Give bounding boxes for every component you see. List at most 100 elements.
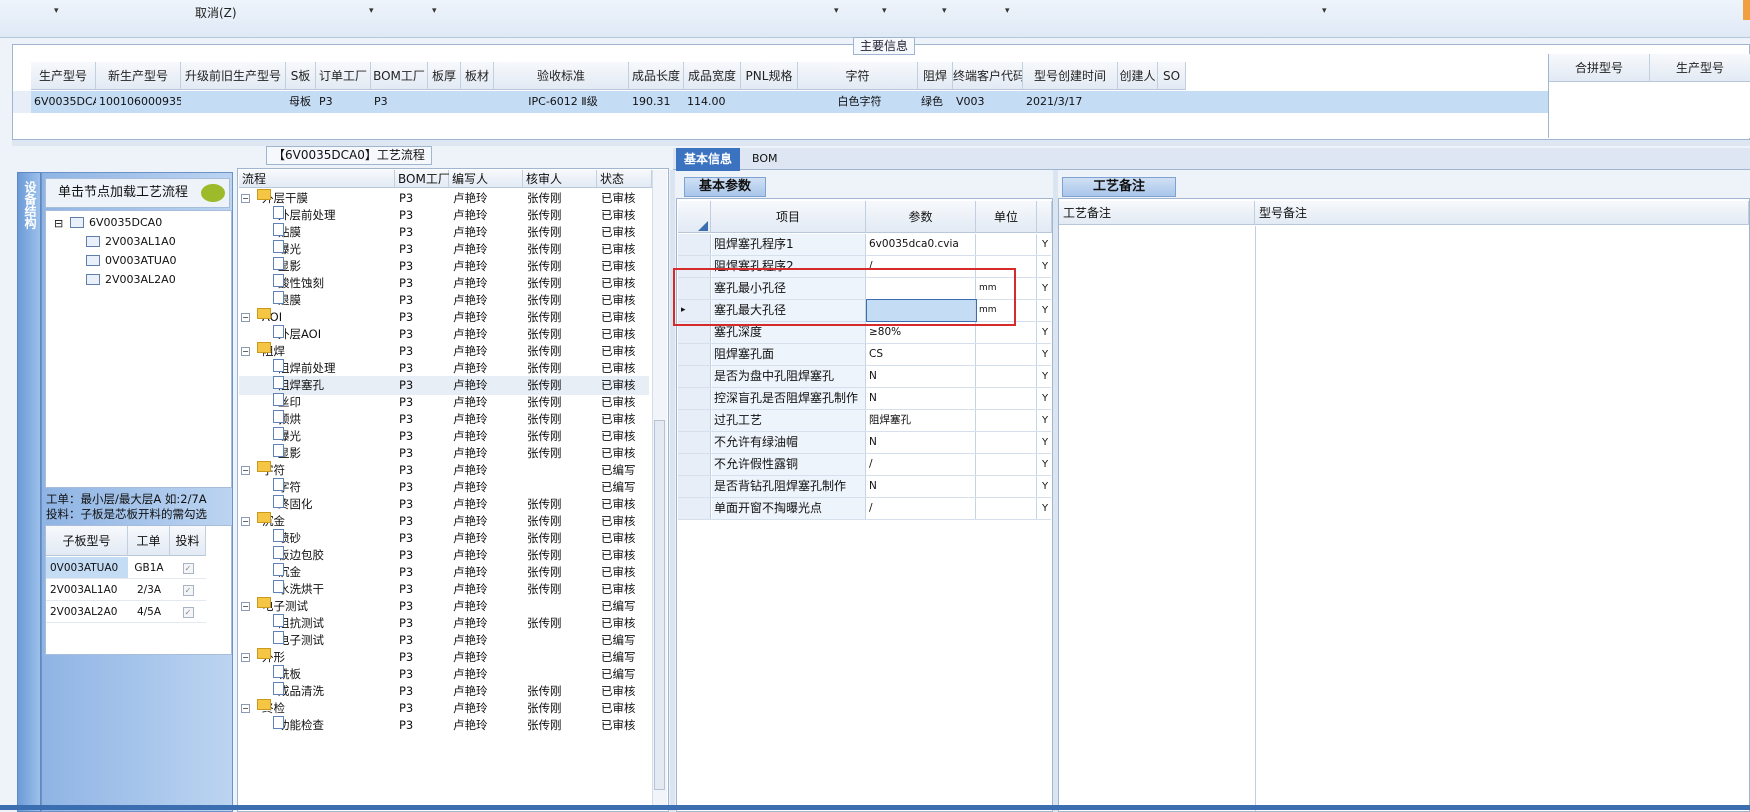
tree-child-node[interactable]: 2V003AL1A0 (86, 234, 176, 250)
item-header[interactable]: 项目 (711, 201, 866, 233)
param-row[interactable]: 过孔工艺 阻焊塞孔 Y (678, 410, 1051, 432)
row-indicator[interactable] (678, 410, 711, 431)
feed-checkbox-cell[interactable]: ✓ (170, 601, 206, 623)
process-scroll-thumb[interactable] (654, 420, 665, 790)
column-header[interactable]: 阻焊 (918, 62, 953, 90)
tree-child-node[interactable]: 2V003AL2A0 (86, 272, 176, 288)
sub-model-header[interactable]: 子板型号 (46, 526, 128, 556)
table-cell[interactable]: IPC-6012 Ⅱ级 (494, 91, 629, 113)
column-header[interactable]: S板 (286, 62, 316, 90)
row-indicator[interactable] (678, 366, 711, 387)
column-header[interactable]: 订单工厂 (316, 62, 371, 90)
process-row[interactable]: 功能检查 P3 卢艳玲 张传刚 已审核 (239, 716, 649, 735)
table-cell[interactable] (428, 91, 461, 113)
table-cell[interactable] (1118, 91, 1158, 113)
param-row[interactable]: 阻焊塞孔面 CS Y (678, 344, 1051, 366)
param-value-cell[interactable]: N (867, 476, 976, 497)
tab-bom[interactable]: BOM (752, 148, 778, 170)
param-value-cell[interactable]: / (867, 498, 976, 519)
reviewer-header[interactable]: 核审人 (523, 170, 597, 188)
table-cell[interactable]: 6V0035DCA0 (31, 91, 96, 113)
vertical-splitter[interactable] (670, 170, 675, 812)
unit-header[interactable]: 单位 (976, 201, 1037, 233)
feed-checkbox[interactable]: ✓ (182, 563, 194, 574)
row-indicator[interactable] (678, 432, 711, 453)
collapse-icon[interactable]: − (241, 466, 250, 475)
param-row[interactable]: 是否为盘中孔阻焊塞孔 N Y (678, 366, 1051, 388)
feed-checkbox[interactable]: ✓ (182, 585, 194, 596)
dropdown-arrow-icon[interactable]: ▾ (1005, 6, 1010, 16)
column-header[interactable]: 成品长度 (629, 62, 684, 90)
column-header[interactable]: 生产型号 (31, 62, 96, 90)
column-header[interactable]: 创建人 (1118, 62, 1158, 90)
feed-checkbox[interactable]: ✓ (182, 607, 194, 618)
table-cell[interactable] (181, 91, 286, 113)
param-row[interactable]: 单面开窗不掏曝光点 / Y (678, 498, 1051, 520)
param-value-cell[interactable]: N (867, 388, 976, 409)
column-header[interactable]: 字符 (798, 62, 918, 90)
param-row[interactable]: 阻焊塞孔程序1 6v0035dca0.cvia Y (678, 234, 1051, 256)
collapse-icon[interactable]: − (241, 517, 250, 526)
dropdown-arrow-icon[interactable]: ▾ (1322, 6, 1327, 16)
table-cell[interactable]: P3 (371, 91, 428, 113)
column-header[interactable]: PNL规格 (741, 62, 798, 90)
param-value-cell[interactable]: / (867, 454, 976, 475)
tab-basic-info[interactable]: 基本信息 (676, 148, 741, 171)
feed-checkbox-cell[interactable]: ✓ (170, 557, 206, 579)
cancel-menu-item[interactable]: 取消(Z) (195, 4, 237, 21)
collapse-icon[interactable]: − (241, 704, 250, 713)
collapse-icon[interactable]: − (241, 602, 250, 611)
chat-bubble-icon[interactable] (201, 184, 225, 202)
column-header[interactable]: 型号创建时间 (1023, 62, 1118, 90)
table-cell[interactable] (1158, 91, 1186, 113)
dropdown-arrow-icon[interactable]: ▾ (942, 6, 947, 16)
sub-feed-header[interactable]: 投料 (170, 526, 206, 556)
column-header[interactable]: BOM工厂 (371, 62, 428, 90)
column-header[interactable]: 成品宽度 (684, 62, 741, 90)
collapse-icon[interactable]: − (241, 194, 250, 203)
table-cell[interactable]: 母板 (286, 91, 316, 113)
param-value-cell[interactable]: N (867, 432, 976, 453)
bom-factory-header[interactable]: BOM工厂 (395, 170, 450, 188)
table-cell[interactable]: 190.31 (629, 91, 684, 113)
param-value-cell[interactable]: CS (867, 344, 976, 365)
writer-header[interactable]: 编写人 (449, 170, 523, 188)
collapse-icon[interactable]: − (241, 347, 250, 356)
column-header[interactable]: 终端客户代码 (953, 62, 1023, 90)
sub-order-cell[interactable]: 4/5A (128, 601, 170, 623)
column-header[interactable]: 升级前旧生产型号 (181, 62, 286, 90)
sub-order-header[interactable]: 工单 (128, 526, 170, 556)
production-model-header[interactable]: 生产型号 (1650, 54, 1750, 82)
flow-header[interactable]: 流程 (239, 170, 395, 188)
sub-order-cell[interactable]: 2/3A (128, 579, 170, 601)
sub-order-cell[interactable]: GB1A (128, 557, 170, 579)
param-value-cell[interactable]: 6v0035dca0.cvia (867, 234, 976, 255)
tree-root-node[interactable]: 6V0035DCA0 (70, 215, 162, 231)
param-row[interactable]: 不允许有绿油帽 N Y (678, 432, 1051, 454)
feed-checkbox-cell[interactable]: ✓ (170, 579, 206, 601)
row-indicator[interactable] (678, 476, 711, 497)
device-structure-tab[interactable]: 设备结构 (17, 172, 41, 812)
row-indicator[interactable] (678, 388, 711, 409)
column-header[interactable]: 新生产型号 (96, 62, 181, 90)
tree-expand-icon[interactable]: ⊟ (54, 216, 63, 232)
param-row[interactable]: 不允许假性露铜 / Y (678, 454, 1051, 476)
table-cell[interactable]: P3 (316, 91, 371, 113)
param-row[interactable]: 是否背钻孔阻焊塞孔制作 N Y (678, 476, 1051, 498)
table-cell[interactable]: V003 (953, 91, 1023, 113)
status-header[interactable]: 状态 (597, 170, 652, 188)
column-header[interactable]: SO (1158, 62, 1186, 90)
tree-child-node[interactable]: 0V003ATUA0 (86, 253, 176, 269)
row-indicator[interactable] (678, 344, 711, 365)
dropdown-arrow-icon[interactable]: ▾ (882, 6, 887, 16)
row-indicator[interactable] (13, 91, 31, 113)
table-cell[interactable] (741, 91, 798, 113)
collapse-icon[interactable]: − (241, 313, 250, 322)
dropdown-arrow-icon[interactable]: ▾ (54, 6, 59, 16)
table-cell[interactable]: 白色字符 (798, 91, 918, 113)
column-header[interactable]: 板材 (461, 62, 494, 90)
table-cell[interactable]: 114.00 (684, 91, 741, 113)
param-value-cell[interactable]: N (867, 366, 976, 387)
column-header[interactable]: 验收标准 (494, 62, 629, 90)
tab-process-notes[interactable]: 工艺备注 (1062, 177, 1177, 197)
